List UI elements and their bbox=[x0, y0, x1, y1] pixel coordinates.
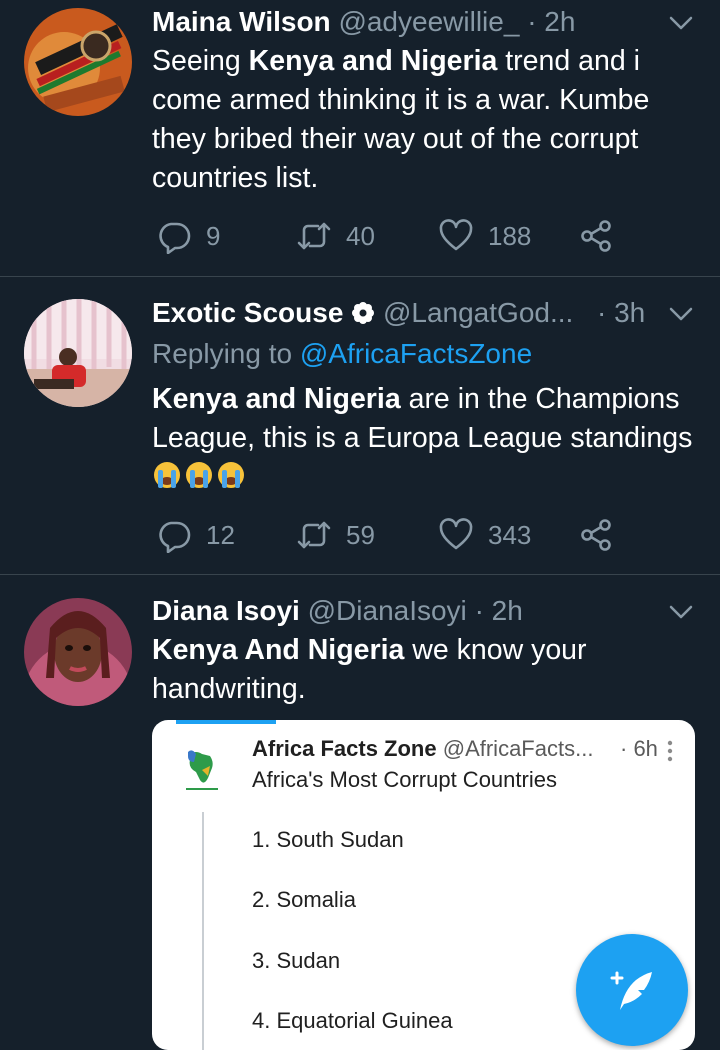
tweet-actions: 12 59 343 bbox=[152, 515, 652, 555]
retweet-icon bbox=[297, 222, 331, 250]
share-button[interactable] bbox=[578, 515, 628, 555]
thread-indicator bbox=[176, 720, 276, 724]
quoted-display-name[interactable]: Africa Facts Zone bbox=[252, 736, 437, 761]
list-item: 3. Sudan bbox=[252, 948, 341, 973]
user-handle[interactable]: @adyeewillie_ bbox=[338, 6, 519, 37]
thread-line bbox=[202, 812, 204, 1050]
display-name[interactable]: Diana Isoyi bbox=[152, 595, 300, 626]
like-count: 343 bbox=[488, 519, 532, 550]
quoted-tweet-header: Africa Facts Zone @AfricaFacts... bbox=[252, 734, 655, 764]
tweet-1[interactable]: Maina Wilson @adyeewillie_ · 2h Seeing K… bbox=[0, 0, 720, 276]
compose-tweet-button[interactable] bbox=[576, 934, 688, 1046]
africa-facts-zone-logo[interactable] bbox=[182, 748, 222, 798]
retweet-button[interactable]: 40 bbox=[296, 216, 375, 256]
tweet-header: Exotic Scouse @LangatGod... bbox=[152, 295, 660, 331]
list-item: 4. Equatorial Guinea bbox=[252, 1008, 453, 1033]
replying-to-link[interactable]: @AfricaFactsZone bbox=[300, 338, 532, 369]
retweet-count: 40 bbox=[346, 220, 375, 251]
retweet-icon bbox=[297, 521, 331, 549]
display-name[interactable]: Maina Wilson bbox=[152, 6, 331, 37]
like-icon bbox=[439, 219, 473, 251]
tweet-header: Diana Isoyi @DianaIsoyi · 2h bbox=[152, 593, 660, 629]
like-icon bbox=[439, 518, 473, 550]
retweet-button[interactable]: 59 bbox=[296, 515, 375, 555]
loudly-crying-face-icon bbox=[154, 462, 180, 488]
loudly-crying-face-icon bbox=[218, 462, 244, 488]
reply-count: 12 bbox=[206, 519, 235, 550]
flower-badge-icon bbox=[352, 302, 375, 324]
avatar[interactable] bbox=[24, 299, 132, 407]
more-options-icon[interactable] bbox=[667, 740, 673, 762]
reply-button[interactable]: 9 bbox=[156, 216, 220, 256]
avatar[interactable] bbox=[24, 8, 132, 116]
quoted-timestamp: · 6h bbox=[620, 736, 658, 761]
chevron-down-icon[interactable] bbox=[666, 597, 696, 627]
user-handle[interactable]: @DianaIsoyi bbox=[308, 595, 467, 626]
timestamp: · 2h bbox=[474, 595, 523, 626]
quoted-user-handle[interactable]: @AfricaFacts... bbox=[443, 736, 594, 761]
tweet-2[interactable]: Exotic Scouse @LangatGod... · 3h Replyin… bbox=[0, 277, 720, 574]
like-button[interactable]: 188 bbox=[438, 216, 531, 256]
chevron-down-icon[interactable] bbox=[666, 8, 696, 38]
tweet-actions: 9 40 188 bbox=[152, 216, 652, 256]
like-count: 188 bbox=[488, 220, 532, 251]
reply-icon bbox=[159, 521, 191, 553]
retweet-count: 59 bbox=[346, 519, 375, 550]
tweet-text: Kenya And Nigeria we know your handwriti… bbox=[152, 634, 587, 705]
chevron-down-icon[interactable] bbox=[666, 299, 696, 329]
share-icon bbox=[581, 519, 611, 551]
replying-to: Replying to @AfricaFactsZone bbox=[152, 338, 533, 369]
timestamp: · 3h bbox=[597, 297, 646, 328]
bold-text: Kenya and Nigeria bbox=[152, 383, 401, 415]
quoted-tweet-title: Africa's Most Corrupt Countries bbox=[252, 767, 557, 792]
list-item: 1. South Sudan bbox=[252, 827, 404, 852]
timestamp: · 2h bbox=[527, 6, 576, 37]
avatar[interactable] bbox=[24, 598, 132, 706]
reply-button[interactable]: 12 bbox=[156, 515, 235, 555]
share-icon bbox=[581, 220, 611, 252]
display-name[interactable]: Exotic Scouse bbox=[152, 297, 343, 328]
bold-text: Kenya And Nigeria bbox=[152, 634, 405, 666]
share-button[interactable] bbox=[578, 216, 628, 256]
bold-text: Kenya and Nigeria bbox=[248, 45, 498, 77]
compose-tweet-icon bbox=[610, 971, 652, 1010]
tweet-text: Kenya and Nigeria are in the Champions L… bbox=[152, 380, 697, 497]
reply-count: 9 bbox=[206, 220, 221, 251]
user-handle[interactable]: @LangatGod... bbox=[383, 297, 573, 328]
like-button[interactable]: 343 bbox=[438, 515, 531, 555]
loudly-crying-face-icon bbox=[186, 462, 212, 488]
tweet-text: Seeing Kenya and Nigeria trend and i com… bbox=[152, 45, 650, 194]
reply-icon bbox=[159, 222, 191, 254]
tweet-header: Maina Wilson @adyeewillie_ · 2h bbox=[152, 4, 660, 40]
list-item: 2. Somalia bbox=[252, 887, 356, 912]
